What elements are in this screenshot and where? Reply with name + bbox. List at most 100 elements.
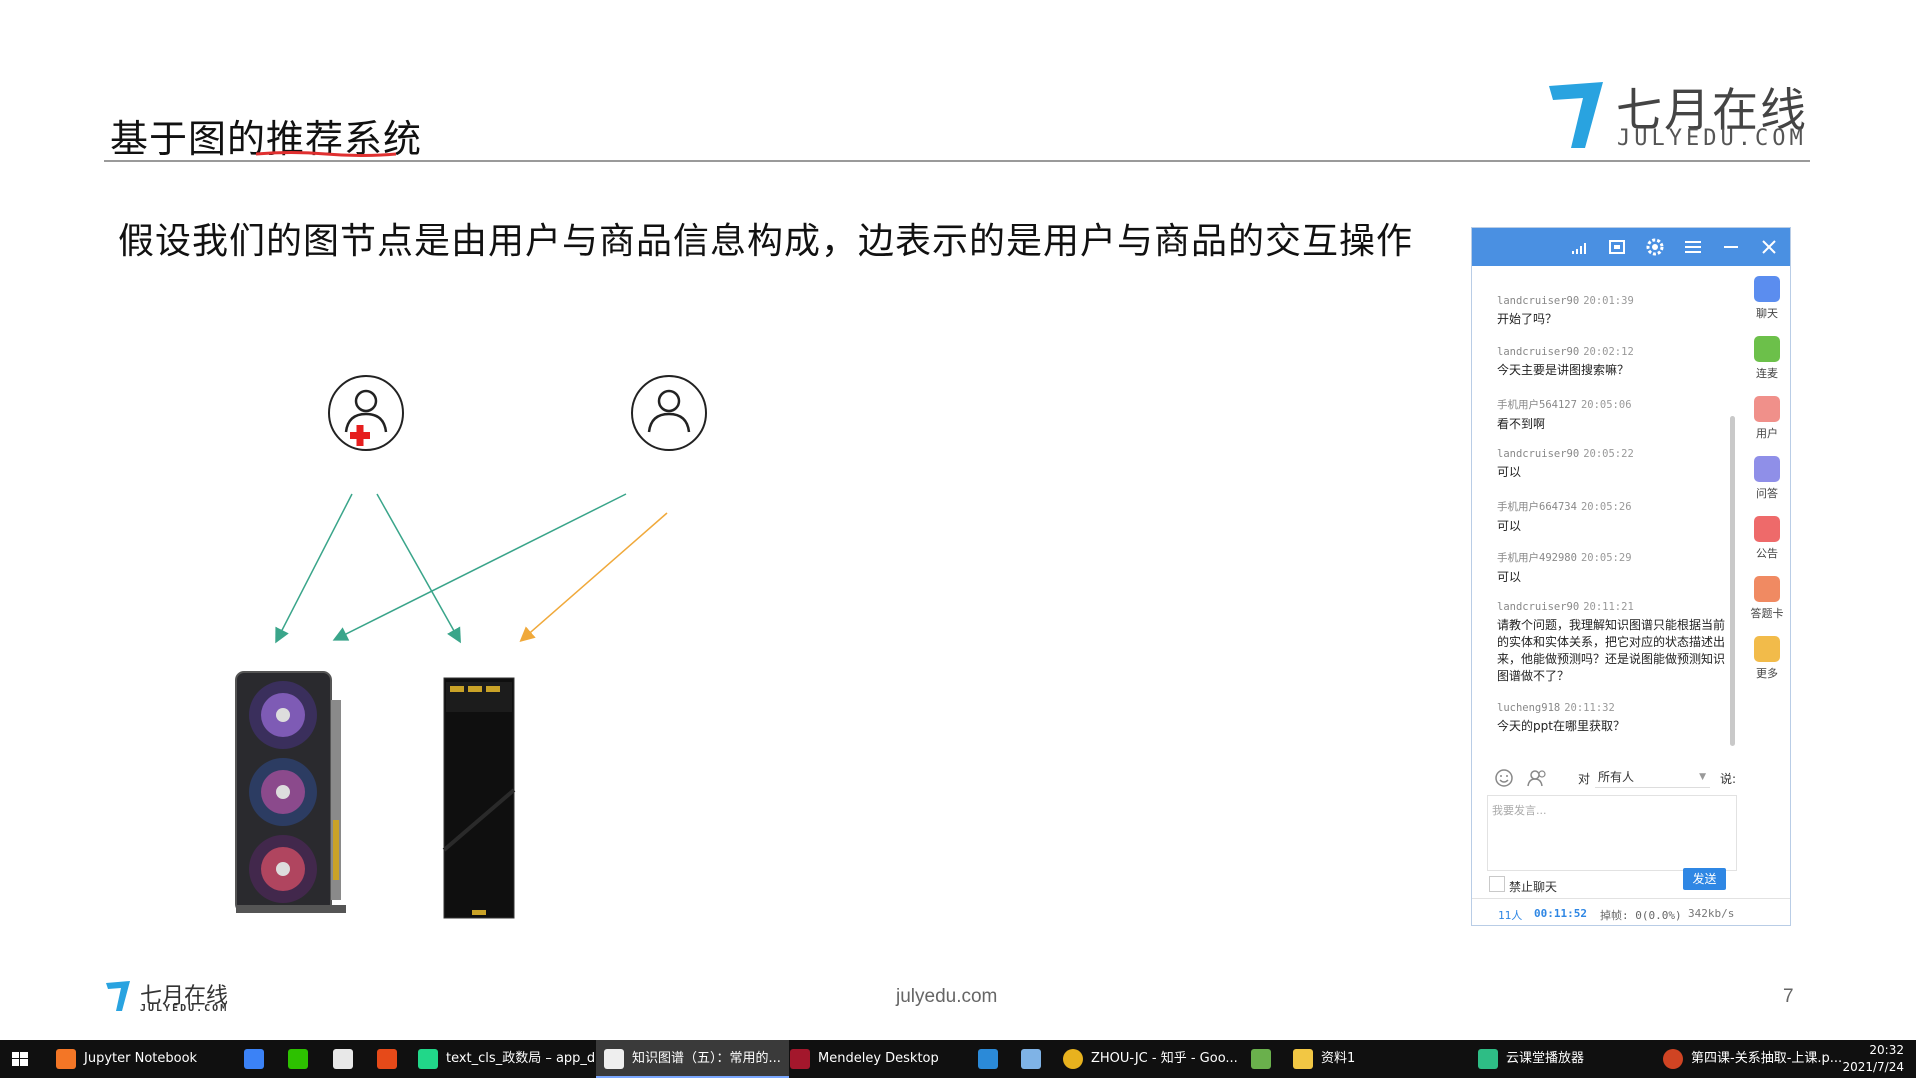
taskbar-item-netease[interactable] (377, 1040, 405, 1078)
mic-link-icon (1754, 336, 1780, 362)
system-clock[interactable]: 20:32 2021/7/24 (1842, 1042, 1904, 1076)
notice-icon (1754, 516, 1780, 542)
message-user: 手机用户664734 (1497, 501, 1577, 513)
taskbar-item-jupyter[interactable]: Jupyter Notebook (56, 1040, 197, 1078)
taskbar: Jupyter Notebook text_cls_政数局 – app_d...… (0, 1040, 1916, 1078)
audience-select[interactable]: 所有人 ▼ (1595, 766, 1710, 788)
sidebar-item-answer-card[interactable]: 答题卡 (1744, 576, 1790, 621)
sidebar-item-mic-link[interactable]: 连麦 (1744, 336, 1790, 381)
close-icon[interactable] (1756, 234, 1782, 260)
edge-user1-ssd (376, 493, 461, 644)
message-user: landcruiser90 (1497, 295, 1580, 307)
taskbar-item-remote-desktop[interactable] (1021, 1040, 1049, 1078)
user-node-2 (631, 375, 707, 451)
chat-panel: landcruiser90 20:01:39 开始了吗？ landcruiser9… (1471, 227, 1791, 926)
wallet-icon (1251, 1048, 1271, 1069)
status-user-count: 11人 (1498, 909, 1523, 922)
edge-user1-gpu (275, 493, 353, 644)
send-button[interactable]: 发送 (1683, 868, 1726, 890)
edge-user2-gpu (332, 493, 627, 641)
chrome-icon (1063, 1048, 1083, 1069)
message-text: 今天主要是讲图搜索嘛？ (1497, 363, 1630, 377)
taskbar-item-label: ZHOU-JC - 知乎 - Goo... (1091, 1051, 1238, 1066)
wechat-icon (288, 1048, 308, 1069)
sidebar-item-chat[interactable]: 聊天 (1744, 276, 1790, 321)
message-user: landcruiser90 (1497, 346, 1580, 358)
title-rule (104, 160, 1810, 162)
user-node-1 (328, 375, 404, 451)
window-mode-icon[interactable] (1604, 234, 1630, 260)
mute-label: 禁止聊天 (1509, 880, 1558, 894)
pycharm-icon (418, 1048, 438, 1069)
menu-icon[interactable] (1680, 234, 1706, 260)
sidebar-item-notice[interactable]: 公告 (1744, 516, 1790, 561)
taskbar-item-typora[interactable]: 知识图谱（五）：常用的... (596, 1040, 789, 1078)
message-time: 20:05:29 (1580, 552, 1632, 564)
typora-icon (604, 1048, 624, 1069)
chat-message: 手机用户564127 20:05:06 看不到啊 (1497, 397, 1732, 433)
mendeley-icon (790, 1048, 810, 1069)
message-user: landcruiser90 (1497, 448, 1580, 460)
clock-date: 2021/7/24 (1842, 1060, 1904, 1074)
taskbar-item-feishu[interactable] (244, 1040, 272, 1078)
mute-checkbox[interactable] (1489, 876, 1505, 892)
message-time: 20:02:12 (1583, 346, 1634, 358)
chat-message: landcruiser90 20:05:22 可以 (1497, 448, 1732, 481)
taskbar-item-wallet[interactable] (1251, 1040, 1279, 1078)
message-user: lucheng918 (1497, 702, 1561, 714)
taskbar-item-pycharm[interactable]: text_cls_政数局 – app_d... (418, 1040, 608, 1078)
message-user: 手机用户492980 (1497, 552, 1577, 564)
taskbar-item-chrome[interactable]: ZHOU-JC - 知乎 - Goo... (1063, 1040, 1238, 1078)
status-elapsed-time: 00:11:52 (1534, 907, 1587, 920)
qq-icon (333, 1048, 353, 1069)
taskbar-item-label: 第四课-关系抽取-上课.p... (1691, 1051, 1843, 1066)
say-label: 说: (1720, 772, 1737, 786)
user-select-icon[interactable] (1526, 768, 1548, 788)
footer-url: julyedu.com (896, 986, 998, 1007)
message-text: 可以 (1497, 570, 1522, 584)
powerpoint-icon (1663, 1048, 1683, 1069)
taskbar-item-qq[interactable] (333, 1040, 361, 1078)
settings-icon[interactable] (1642, 234, 1668, 260)
taskbar-item-label: Mendeley Desktop (818, 1051, 939, 1066)
taskbar-item-wechat[interactable] (288, 1040, 316, 1078)
message-text: 可以 (1497, 519, 1522, 533)
footer-logo-domain: JULYEDU.COM (140, 1003, 229, 1014)
sidebar-item-more[interactable]: 更多 (1744, 636, 1790, 681)
taskbar-item-powerpoint[interactable]: 第四课-关系抽取-上课.p... (1663, 1040, 1842, 1078)
edge-user2-ssd (519, 512, 668, 642)
taskbar-item-mendeley[interactable]: Mendeley Desktop (790, 1040, 939, 1078)
message-time: 20:01:39 (1583, 295, 1634, 307)
message-text: 今天的ppt在哪里获取？ (1497, 719, 1625, 733)
graphics-card-image (235, 671, 346, 913)
taskbar-item-folder[interactable]: 资料1 (1293, 1040, 1355, 1078)
minimize-icon[interactable] (1718, 234, 1744, 260)
sidebar-item-label: 连麦 (1756, 367, 1778, 380)
message-text: 请教个问题，我理解知识图谱只能根据当前的实体和实体关系，把它对应的状态描述出来，… (1497, 618, 1726, 683)
message-text: 可以 (1497, 465, 1522, 479)
chat-message: 手机用户492980 20:05:29 可以 (1497, 550, 1732, 586)
chat-message: landcruiser90 20:11:21 请教个问题，我理解知识图谱只能根据当… (1497, 601, 1732, 685)
taskbar-item-label: 云课堂播放器 (1506, 1051, 1585, 1066)
sidebar-item-label: 聊天 (1756, 307, 1778, 320)
brand-domain: JULYEDU.COM (1617, 126, 1807, 151)
title-underline (256, 151, 396, 157)
chat-message: lucheng918 20:11:32 今天的ppt在哪里获取？ (1497, 702, 1732, 735)
message-time: 20:05:22 (1583, 448, 1634, 460)
sidebar-item-users[interactable]: 用户 (1744, 396, 1790, 441)
jupyter-icon (56, 1048, 76, 1069)
sidebar-item-label: 更多 (1756, 667, 1778, 680)
chat-input[interactable]: 我要发言... (1487, 795, 1737, 871)
taskbar-item-vscode[interactable] (978, 1040, 1006, 1078)
taskbar-item-label: Jupyter Notebook (84, 1051, 198, 1066)
sidebar-item-label: 公告 (1756, 547, 1778, 560)
sidebar-item-qa[interactable]: 问答 (1744, 456, 1790, 501)
user-icon (647, 389, 691, 433)
emoji-icon[interactable] (1494, 768, 1514, 788)
chat-scrollbar[interactable] (1730, 416, 1735, 746)
netease-icon (377, 1048, 397, 1069)
taskbar-item-classroom[interactable]: 云课堂播放器 (1478, 1040, 1584, 1078)
status-frame-loss: 掉帧: 0(0.0%) (1600, 909, 1682, 922)
status-bitrate: 342kb/s (1688, 907, 1735, 920)
windows-start-icon[interactable] (0, 1040, 40, 1078)
